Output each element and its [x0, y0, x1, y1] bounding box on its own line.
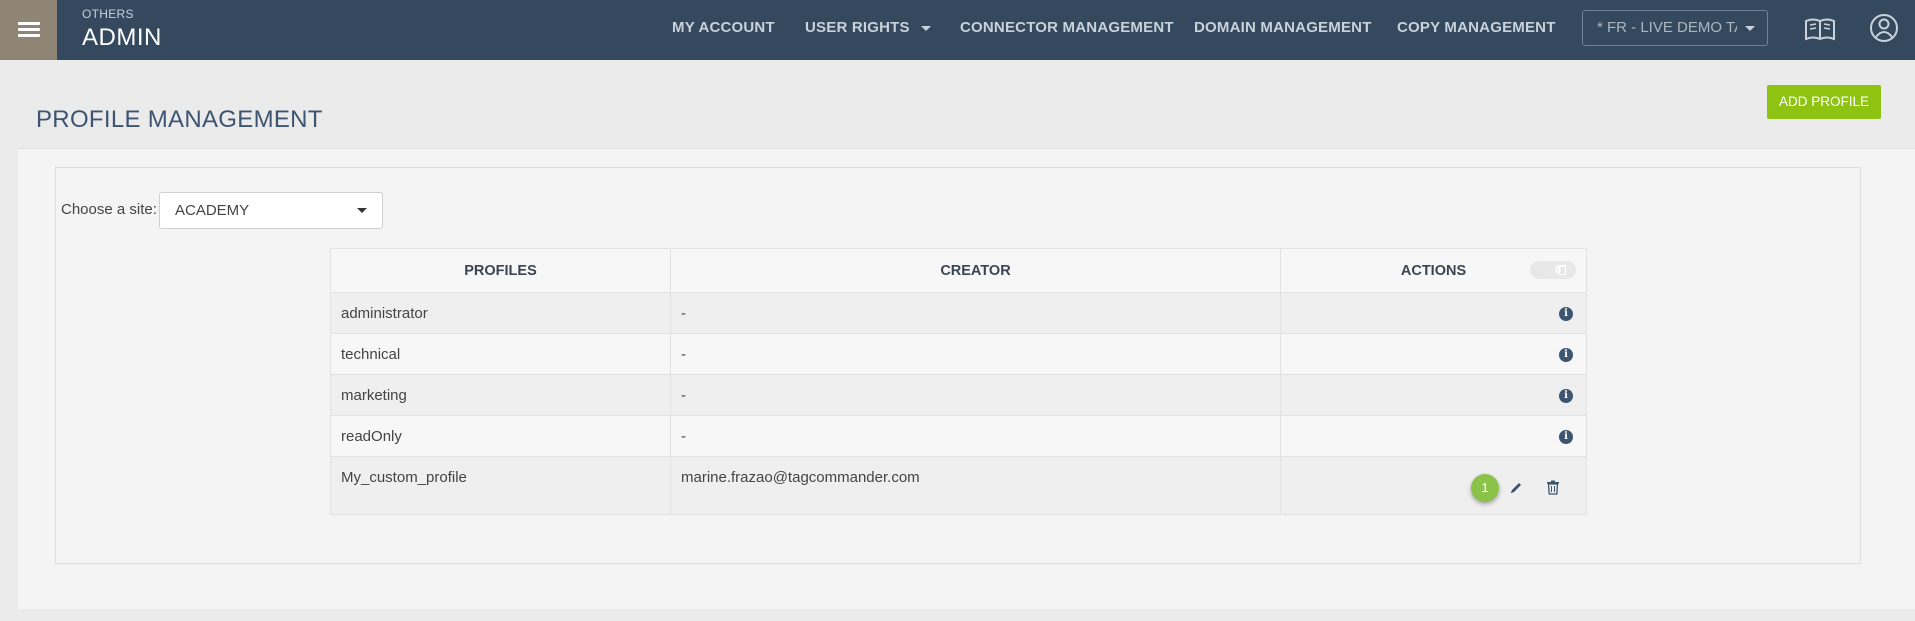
- profile-creator: -: [670, 374, 1281, 416]
- profile-creator: -: [670, 415, 1281, 457]
- column-header-actions: ACTIONS 0: [1280, 248, 1587, 293]
- profile-name: My_custom_profile: [330, 456, 671, 515]
- nav-user-rights[interactable]: USER RIGHTS: [805, 19, 931, 36]
- site-selector[interactable]: * FR - LIVE DEMO TAGCOMMANDER: [1582, 10, 1768, 46]
- site-filter-value: ACADEMY: [175, 202, 250, 219]
- nav-copy-management[interactable]: COPY MANAGEMENT: [1397, 19, 1556, 36]
- profile-name: readOnly: [330, 415, 671, 457]
- row-actions: i: [1280, 292, 1587, 334]
- table-row: My_custom_profile marine.frazao@tagcomma…: [330, 456, 1587, 515]
- step-badge: 1: [1471, 474, 1499, 502]
- profile-creator: marine.frazao@tagcommander.com: [670, 456, 1281, 515]
- table-row: administrator - i: [330, 292, 1587, 334]
- column-header-creator[interactable]: CREATOR: [670, 248, 1281, 293]
- chevron-down-icon: [920, 25, 931, 31]
- user-menu-button[interactable]: [1866, 12, 1902, 46]
- info-icon[interactable]: i: [1559, 307, 1573, 321]
- chevron-down-icon: [1745, 26, 1755, 31]
- trash-icon: [1558, 265, 1566, 275]
- site-filter-label: Choose a site:: [61, 201, 157, 218]
- info-icon[interactable]: i: [1559, 430, 1573, 444]
- info-icon[interactable]: i: [1559, 348, 1573, 362]
- nav-my-account[interactable]: MY ACCOUNT: [672, 19, 775, 36]
- add-profile-button[interactable]: ADD PROFILE: [1767, 85, 1881, 119]
- table-row: technical - i: [330, 333, 1587, 375]
- profiles-table: PROFILES CREATOR ACTIONS 0 administrator…: [330, 248, 1587, 515]
- trash-counter[interactable]: 0: [1530, 261, 1576, 279]
- column-header-profiles[interactable]: PROFILES: [330, 248, 671, 293]
- table-header-row: PROFILES CREATOR ACTIONS 0: [330, 248, 1587, 293]
- profile-name: marketing: [330, 374, 671, 416]
- trash-icon[interactable]: [1546, 480, 1560, 495]
- app-title: ADMIN: [82, 24, 162, 51]
- row-actions: [1280, 456, 1587, 515]
- menu-button[interactable]: [0, 0, 57, 60]
- profile-creator: -: [670, 333, 1281, 375]
- user-icon: [1870, 14, 1898, 42]
- column-header-actions-label: ACTIONS: [1400, 262, 1467, 279]
- profile-creator: -: [670, 292, 1281, 334]
- info-icon[interactable]: i: [1559, 389, 1573, 403]
- top-navigation-bar: OTHERS ADMIN MY ACCOUNT USER RIGHTS CONN…: [0, 0, 1915, 60]
- site-selector-value: * FR - LIVE DEMO TAGCOMMANDER: [1597, 19, 1737, 36]
- profile-name: technical: [330, 333, 671, 375]
- table-row: marketing - i: [330, 374, 1587, 416]
- nav-user-rights-label: USER RIGHTS: [805, 19, 910, 36]
- profile-name: administrator: [330, 292, 671, 334]
- row-actions: i: [1280, 333, 1587, 375]
- pencil-icon[interactable]: [1509, 481, 1523, 495]
- nav-domain-management[interactable]: DOMAIN MANAGEMENT: [1194, 19, 1372, 36]
- menu-icon: [17, 22, 40, 38]
- chevron-down-icon: [357, 208, 367, 213]
- section-label: OTHERS: [82, 7, 134, 21]
- documentation-button[interactable]: [1802, 12, 1838, 46]
- page-title: PROFILE MANAGEMENT: [36, 106, 323, 133]
- book-icon: [1805, 18, 1835, 41]
- table-row: readOnly - i: [330, 415, 1587, 457]
- row-actions: i: [1280, 374, 1587, 416]
- site-filter-select[interactable]: ACADEMY: [159, 192, 383, 229]
- row-actions: i: [1280, 415, 1587, 457]
- nav-connector-management[interactable]: CONNECTOR MANAGEMENT: [960, 19, 1174, 36]
